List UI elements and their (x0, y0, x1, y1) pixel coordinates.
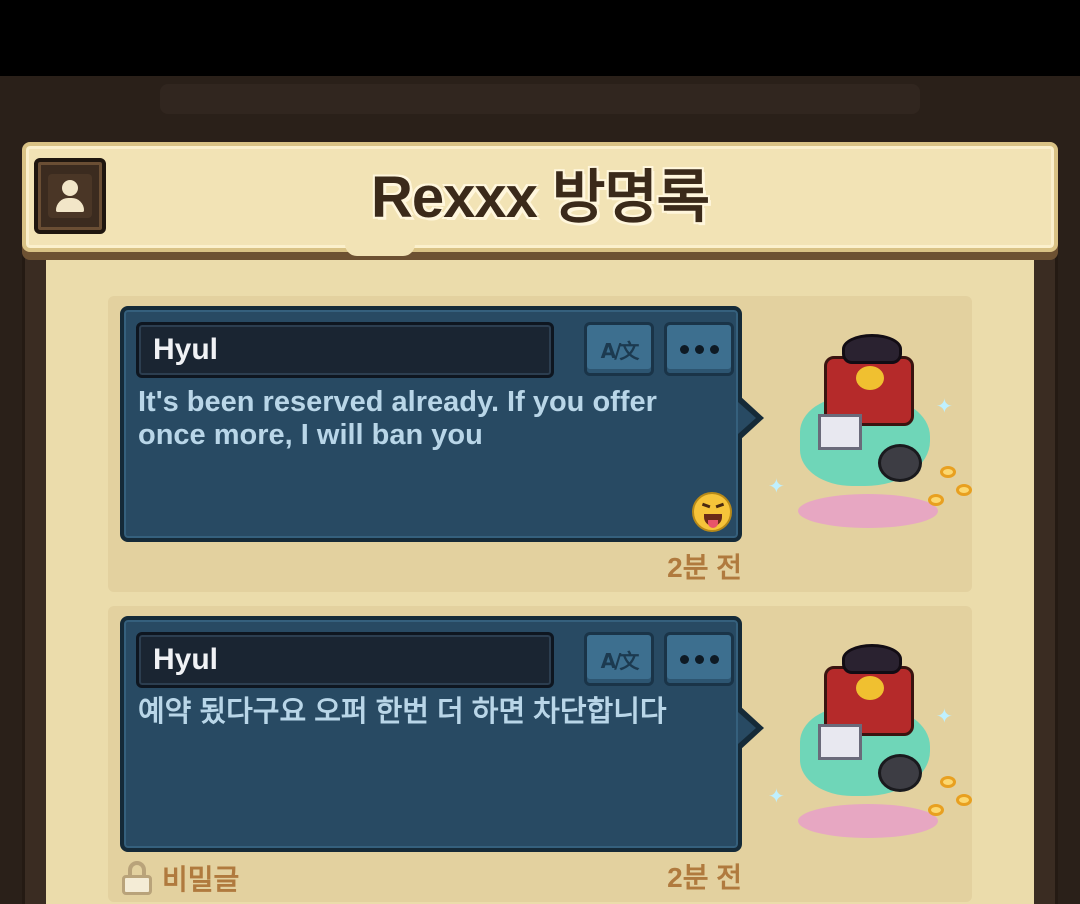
translate-button[interactable]: A/文 (584, 322, 654, 376)
translate-icon: A/文 (600, 338, 640, 363)
secret-post-label: 비밀글 (122, 858, 239, 898)
frame-left-border (22, 250, 48, 904)
frame-decoration (160, 84, 920, 114)
more-options-button[interactable] (664, 632, 734, 686)
timestamp: 2분 전 (667, 552, 742, 583)
frame-right-border (1032, 250, 1058, 904)
message-text: It's been reserved already. If you offer… (138, 386, 657, 451)
more-options-icon (679, 344, 719, 354)
author-name: Hyul (153, 643, 219, 676)
author-avatar[interactable]: ✦ ✦ (760, 636, 980, 846)
page-title: Rexxx 방명록 (370, 165, 710, 230)
lock-icon (122, 861, 152, 895)
author-name: Hyul (153, 333, 219, 366)
guestbook-entry: Hyul A/文 예약 됬다구요 오퍼 한번 더 하면 차단합니다 ✦ ✦ 비밀… (108, 606, 972, 902)
author-avatar[interactable]: ✦ ✦ (760, 326, 980, 536)
author-name-box[interactable]: Hyul (136, 322, 554, 378)
more-options-icon (679, 654, 719, 664)
tongue-out-emoji-icon (692, 492, 732, 532)
translate-button[interactable]: A/文 (584, 632, 654, 686)
timestamp: 2분 전 (667, 862, 742, 893)
secret-label-text: 비밀글 (162, 864, 240, 895)
profile-button[interactable] (34, 158, 106, 234)
message-text: 예약 됬다구요 오퍼 한번 더 하면 차단합니다 (138, 696, 667, 728)
bubble-tail-inner (738, 402, 756, 434)
user-profile-icon (48, 174, 92, 218)
bubble-tail-inner (738, 712, 756, 744)
author-name-box[interactable]: Hyul (136, 632, 554, 688)
more-options-button[interactable] (664, 322, 734, 376)
translate-icon: A/文 (600, 648, 640, 673)
message-bubble: Hyul A/文 It's been reserved already. If … (120, 306, 742, 542)
message-bubble: Hyul A/文 예약 됬다구요 오퍼 한번 더 하면 차단합니다 (120, 616, 742, 852)
status-bar-area (0, 0, 1080, 76)
guestbook-entry: Hyul A/文 It's been reserved already. If … (108, 296, 972, 592)
header-notch (345, 244, 415, 256)
